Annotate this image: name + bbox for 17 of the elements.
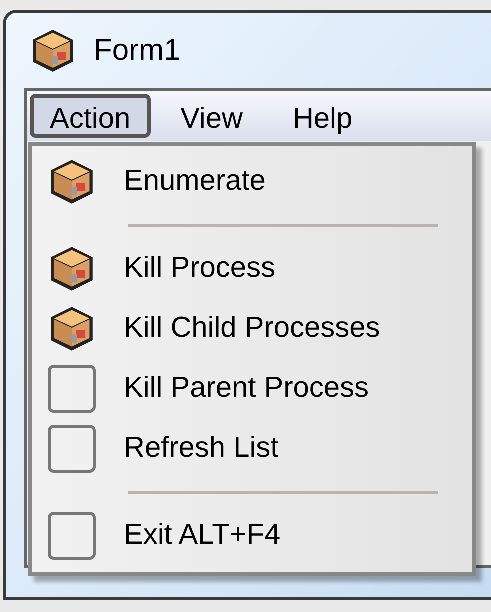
menu-item[interactable]: Enumerate	[32, 152, 472, 212]
menu-item[interactable]: Kill Parent Process	[32, 359, 472, 419]
package-box-icon	[30, 28, 76, 74]
menu-item[interactable]: Refresh List	[32, 419, 472, 479]
menu-bar-item[interactable]: Action	[30, 94, 151, 138]
package-box-icon	[48, 158, 96, 206]
package-box-icon	[48, 245, 96, 293]
menu-item[interactable]: Exit ALT+F4	[32, 506, 472, 566]
menu-bar-item[interactable]: Help	[272, 94, 373, 138]
window-title: Form1	[94, 33, 181, 69]
empty-icon-frame	[48, 365, 96, 413]
menu-item[interactable]: Kill Child Processes	[32, 299, 472, 359]
menu-item[interactable]: Kill Process	[32, 239, 472, 299]
package-box-icon	[48, 305, 96, 353]
empty-icon-frame	[48, 512, 96, 560]
empty-icon-frame	[48, 425, 96, 473]
menu-bar-item[interactable]: View	[160, 94, 263, 138]
